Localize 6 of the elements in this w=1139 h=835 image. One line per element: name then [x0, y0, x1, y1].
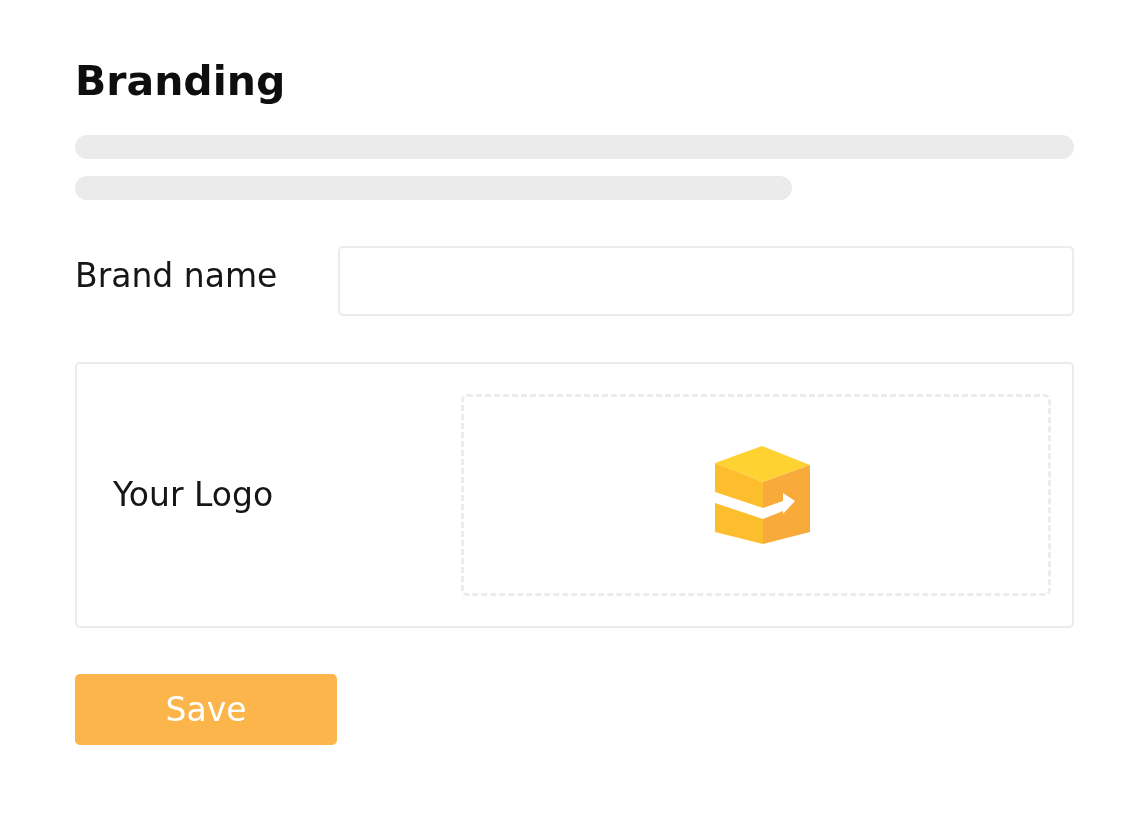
page-title: Branding	[75, 57, 286, 105]
save-button[interactable]: Save	[75, 674, 337, 745]
logo-label: Your Logo	[113, 475, 274, 515]
cube-logo-icon	[715, 446, 811, 544]
field-label: Brand name	[75, 256, 278, 297]
logo-drop-zone[interactable]	[461, 394, 1051, 596]
